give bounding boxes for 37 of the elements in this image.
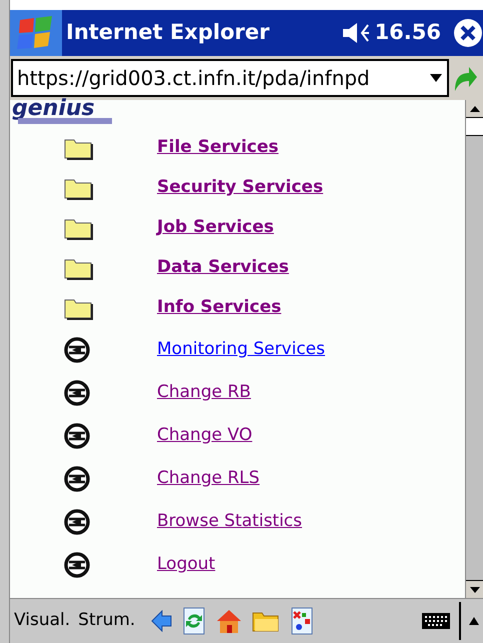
menu-link[interactable]: Data Services bbox=[157, 255, 289, 281]
menu-link[interactable]: Job Services bbox=[157, 215, 274, 241]
menu-item[interactable]: Strum. bbox=[78, 608, 136, 634]
menu-link[interactable]: Change RB bbox=[157, 380, 251, 406]
menu-link[interactable]: Change VO bbox=[157, 422, 252, 448]
scroll-thumb[interactable] bbox=[466, 118, 483, 136]
document-icon[interactable] bbox=[289, 607, 316, 635]
close-icon[interactable] bbox=[453, 18, 483, 48]
menu-item[interactable]: Visual. bbox=[14, 608, 70, 634]
dropdown-arrow-icon[interactable] bbox=[429, 73, 443, 83]
start-logo-icon[interactable] bbox=[10, 10, 62, 56]
service-icon bbox=[64, 466, 90, 492]
clock-time[interactable]: 16.56 bbox=[374, 17, 441, 49]
keyboard-icon[interactable] bbox=[421, 610, 451, 632]
menu-link[interactable]: Logout bbox=[157, 552, 216, 578]
service-icon bbox=[64, 552, 90, 578]
scrollbar[interactable] bbox=[465, 100, 483, 598]
service-icon bbox=[64, 422, 90, 448]
refresh-icon[interactable] bbox=[181, 607, 208, 635]
scroll-up-icon[interactable] bbox=[470, 106, 480, 112]
service-icon bbox=[64, 508, 90, 534]
menu-link[interactable]: Security Services bbox=[157, 175, 324, 201]
logo: genius bbox=[12, 100, 122, 126]
scroll-down-icon[interactable] bbox=[470, 586, 480, 592]
window-title: Internet Explorer bbox=[66, 19, 270, 46]
back-arrow-icon[interactable] bbox=[151, 610, 174, 632]
menu-link[interactable]: Monitoring Services bbox=[157, 336, 325, 362]
home-icon[interactable] bbox=[215, 608, 244, 634]
speaker-icon[interactable] bbox=[340, 22, 371, 44]
menu-link[interactable]: Browse Statistics bbox=[157, 508, 302, 534]
address-field[interactable]: https://grid003.ct.infn.it/pda/infnpd bbox=[11, 59, 449, 97]
up-arrow-icon[interactable] bbox=[469, 617, 479, 625]
menu-link[interactable]: Info Services bbox=[157, 295, 282, 321]
service-icon bbox=[64, 336, 90, 362]
service-icon bbox=[64, 380, 90, 406]
menu-link[interactable]: Change RLS bbox=[157, 466, 260, 492]
menu-link[interactable]: File Services bbox=[157, 135, 279, 161]
